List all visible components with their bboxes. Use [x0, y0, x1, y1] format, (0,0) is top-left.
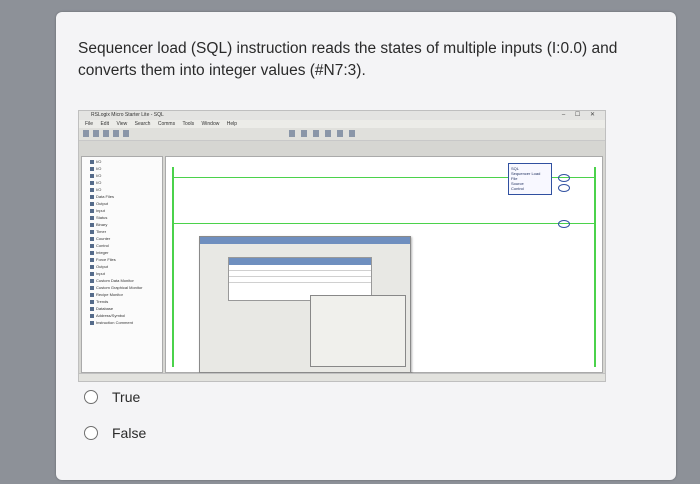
tree-item: I/O: [90, 159, 162, 164]
tree-item: Custom Data Monitor: [90, 278, 162, 283]
tree-item: Database: [90, 306, 162, 311]
window-controls: – ☐ ✕: [561, 112, 599, 118]
menu-file: File: [85, 121, 94, 127]
option-false-label: False: [112, 425, 147, 441]
toolbar-icon: [289, 130, 295, 137]
tree-item: Trends: [90, 299, 162, 304]
output-coil[interactable]: [558, 174, 570, 182]
output-coil[interactable]: [558, 184, 570, 192]
menu-edit: Edit: [100, 121, 110, 127]
toolbar: [79, 128, 605, 141]
tree-item: Integer: [90, 250, 162, 255]
tree-item: Output: [90, 264, 162, 269]
tree-item: Data Files: [90, 194, 162, 199]
toolbar-icon: [83, 130, 89, 137]
question-text: Sequencer load (SQL) instruction reads t…: [78, 40, 618, 79]
project-tree: I/O I/O I/O I/O I/O Data Files Output In…: [81, 156, 163, 373]
menu-bar: File Edit View Search Comms Tools Window…: [79, 120, 605, 128]
status-bar: [79, 373, 605, 381]
data-file-window-titlebar[interactable]: [200, 237, 410, 244]
tree-item: Binary: [90, 222, 162, 227]
output-coil[interactable]: [558, 220, 570, 228]
data-file-window[interactable]: [199, 236, 411, 373]
toolbar-icon: [93, 130, 99, 137]
tree-item: I/O: [90, 187, 162, 192]
option-true-label: True: [112, 389, 141, 405]
menu-search: Search: [134, 121, 151, 127]
tree-item: Input: [90, 271, 162, 276]
menu-help: Help: [226, 121, 238, 127]
properties-dialog[interactable]: [310, 295, 406, 367]
left-power-rail: [172, 167, 174, 367]
tree-item: Input: [90, 208, 162, 213]
tree-item: Control: [90, 243, 162, 248]
plc-software-screenshot: RSLogix Micro Starter Lite - SQL – ☐ ✕ F…: [78, 110, 606, 382]
tree-item: Status: [90, 215, 162, 220]
toolbar-icon: [325, 130, 331, 137]
tree-item: Force Files: [90, 257, 162, 262]
tree-item: Timer: [90, 229, 162, 234]
tree-item: Address/Symbol: [90, 313, 162, 318]
radio-button-false[interactable]: [84, 426, 98, 440]
toolbar-icon: [103, 130, 109, 137]
toolbar-icon: [337, 130, 343, 137]
tree-item: Instruction Comment: [90, 320, 162, 325]
tree-item: I/O: [90, 180, 162, 185]
sql-instruction-block[interactable]: SQL Sequencer Load File Source Control: [508, 163, 552, 195]
toolbar-icon: [313, 130, 319, 137]
tree-item: I/O: [90, 166, 162, 171]
tree-item: Custom Graphical Monitor: [90, 285, 162, 290]
radio-button-true[interactable]: [84, 390, 98, 404]
toolbar-icon: [301, 130, 307, 137]
tree-item: Counter: [90, 236, 162, 241]
toolbar-icon: [123, 130, 129, 137]
question-card: Sequencer load (SQL) instruction reads t…: [56, 12, 676, 480]
instruction-line: Control: [511, 186, 524, 191]
window-titlebar: RSLogix Micro Starter Lite - SQL – ☐ ✕: [79, 111, 605, 120]
menu-comms: Comms: [157, 121, 176, 127]
tree-item: I/O: [90, 173, 162, 178]
menu-window: Window: [201, 121, 220, 127]
menu-tools: Tools: [182, 121, 195, 127]
rung-line: [174, 177, 508, 178]
tree-item: Recipe Monitor: [90, 292, 162, 297]
option-true[interactable]: True: [84, 386, 140, 408]
window-title: RSLogix Micro Starter Lite - SQL: [91, 112, 164, 118]
toolbar-icon: [349, 130, 355, 137]
right-power-rail: [594, 167, 596, 367]
option-false[interactable]: False: [84, 422, 146, 444]
rung-line: [174, 223, 594, 224]
menu-view: View: [116, 121, 128, 127]
grid-header: [229, 258, 371, 265]
tree-item: Output: [90, 201, 162, 206]
toolbar-icon: [113, 130, 119, 137]
